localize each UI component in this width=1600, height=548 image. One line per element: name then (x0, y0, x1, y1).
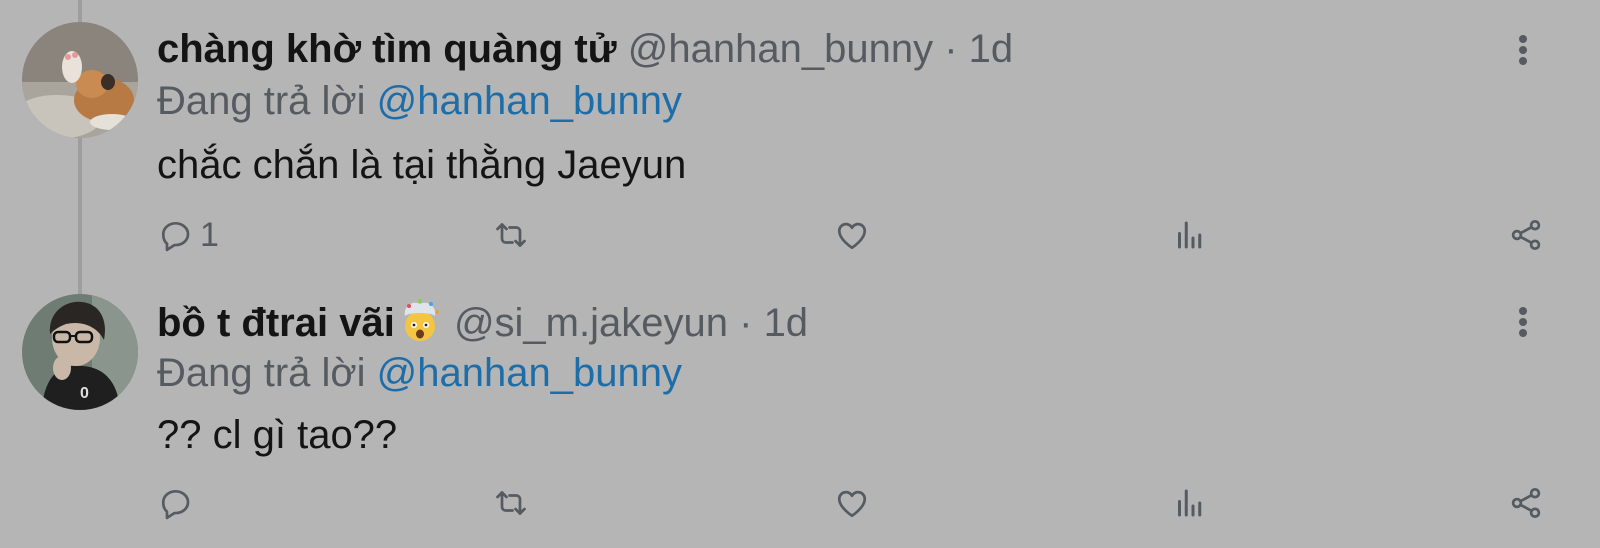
reply-button[interactable] (158, 480, 200, 526)
retweet-icon (496, 223, 526, 247)
mention-link[interactable]: @hanhan_bunny (377, 351, 682, 395)
separator-dot: · (944, 27, 958, 71)
reply-icon (161, 221, 190, 252)
tweet-header: bồ t đtrai vãi @si_m.jakeyun · 1d (157, 298, 808, 346)
like-button[interactable] (834, 480, 870, 526)
share-button[interactable] (1508, 212, 1544, 258)
tweet[interactable]: chàng khờ tìm quàng tử @hanhan_bunny · 1… (0, 0, 1600, 272)
user-handle[interactable]: @si_m.jakeyun (454, 301, 728, 345)
replying-to-label: Đang trả lời (157, 79, 366, 123)
reply-count: 1 (200, 215, 219, 254)
like-icon (837, 490, 867, 518)
mention-link[interactable]: @hanhan_bunny (377, 79, 682, 123)
avatar[interactable]: 0 (22, 294, 138, 410)
separator-dot: · (739, 301, 753, 345)
reply-icon (161, 489, 190, 520)
tweet-header: chàng khờ tìm quàng tử @hanhan_bunny · 1… (157, 26, 1013, 72)
views-button[interactable] (1172, 480, 1208, 526)
action-bar: 1 (0, 212, 1600, 258)
retweet-button[interactable] (493, 212, 529, 258)
action-bar (0, 480, 1600, 526)
views-icon (1178, 221, 1202, 249)
retweet-icon (496, 491, 526, 515)
tweet-text: chắc chắn là tại thằng Jaeyun (157, 143, 687, 187)
share-button[interactable] (1508, 480, 1544, 526)
reply-button[interactable]: 1 (158, 212, 219, 258)
replying-to: Đang trả lời @hanhan_bunny (157, 78, 682, 124)
display-name[interactable]: chàng khờ tìm quàng tử (157, 27, 617, 71)
like-icon (837, 222, 867, 250)
avatar[interactable] (22, 22, 138, 138)
more-icon (1519, 35, 1527, 65)
share-icon (1511, 220, 1541, 250)
svg-text:0: 0 (80, 385, 89, 402)
tweet[interactable]: 0 bồ t đtrai vãi @si_m.jakeyun · 1d Đang… (0, 272, 1600, 548)
replying-to: Đang trả lời @hanhan_bunny (157, 350, 682, 396)
replying-to-label: Đang trả lời (157, 351, 366, 395)
more-icon (1519, 307, 1527, 337)
display-name[interactable]: bồ t đtrai vãi (157, 301, 395, 345)
retweet-button[interactable] (493, 480, 529, 526)
share-icon (1511, 488, 1541, 518)
timestamp[interactable]: 1d (764, 301, 809, 345)
user-handle[interactable]: @hanhan_bunny (628, 27, 933, 71)
exploding-head-emoji-icon (404, 299, 439, 341)
more-options-button[interactable] (1508, 32, 1538, 68)
views-button[interactable] (1172, 212, 1208, 258)
like-button[interactable] (834, 212, 870, 258)
more-options-button[interactable] (1508, 304, 1538, 340)
tweet-text: ?? cl gì tao?? (157, 413, 398, 457)
views-icon (1178, 489, 1202, 517)
timestamp[interactable]: 1d (969, 27, 1014, 71)
